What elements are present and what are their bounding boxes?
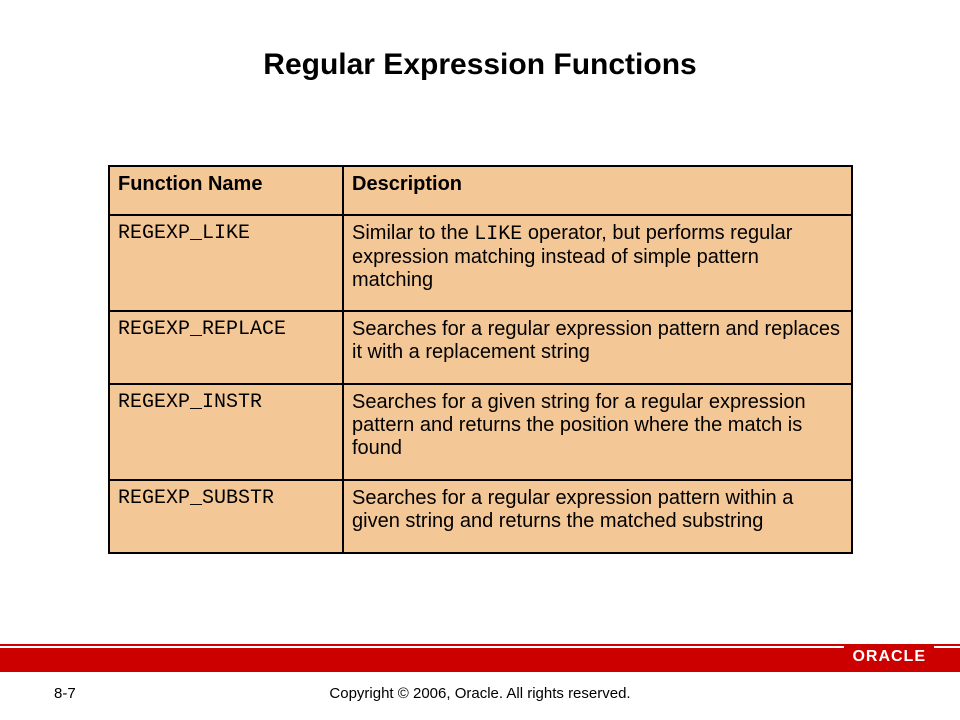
oracle-logo: ORACLE bbox=[844, 644, 934, 670]
fn-desc-cell: Searches for a regular expression patter… bbox=[343, 311, 852, 384]
fn-desc-cell: Searches for a given string for a regula… bbox=[343, 384, 852, 480]
slide-title: Regular Expression Functions bbox=[0, 48, 960, 82]
table-header-row: Function Name Description bbox=[109, 166, 852, 215]
copyright-text: Copyright © 2006, Oracle. All rights res… bbox=[0, 685, 960, 702]
desc-text: Searches for a given string for a regula… bbox=[352, 391, 806, 459]
header-description: Description bbox=[343, 166, 852, 215]
fn-name-cell: REGEXP_INSTR bbox=[109, 384, 343, 480]
fn-name-cell: REGEXP_REPLACE bbox=[109, 311, 343, 384]
table-row: REGEXP_LIKE Similar to the LIKE operator… bbox=[109, 215, 852, 311]
functions-table: Function Name Description REGEXP_LIKE Si… bbox=[108, 165, 853, 554]
table-row: REGEXP_REPLACE Searches for a regular ex… bbox=[109, 311, 852, 384]
functions-table-wrap: Function Name Description REGEXP_LIKE Si… bbox=[108, 165, 853, 554]
desc-text: Searches for a regular expression patter… bbox=[352, 487, 793, 532]
desc-text: Similar to the bbox=[352, 222, 474, 244]
table-row: REGEXP_INSTR Searches for a given string… bbox=[109, 384, 852, 480]
table-row: REGEXP_SUBSTR Searches for a regular exp… bbox=[109, 480, 852, 553]
footer-bar bbox=[0, 644, 960, 672]
desc-code: LIKE bbox=[474, 223, 522, 246]
fn-desc-cell: Similar to the LIKE operator, but perfor… bbox=[343, 215, 852, 311]
oracle-logo-text: ORACLE bbox=[852, 648, 926, 666]
fn-name-cell: REGEXP_SUBSTR bbox=[109, 480, 343, 553]
fn-desc-cell: Searches for a regular expression patter… bbox=[343, 480, 852, 553]
desc-text: Searches for a regular expression patter… bbox=[352, 318, 840, 363]
slide: Regular Expression Functions Function Na… bbox=[0, 0, 960, 720]
fn-name-cell: REGEXP_LIKE bbox=[109, 215, 343, 311]
header-function-name: Function Name bbox=[109, 166, 343, 215]
